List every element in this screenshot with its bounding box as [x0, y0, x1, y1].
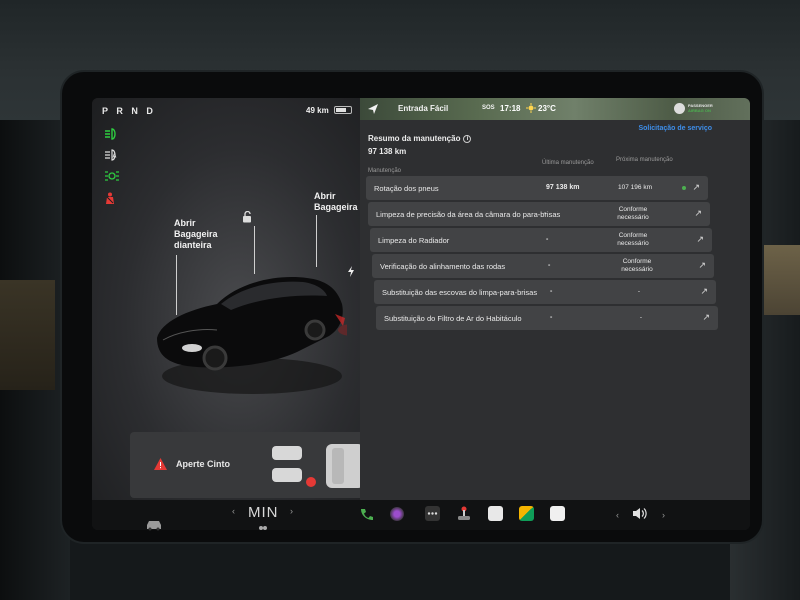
volume-left-chevron-icon[interactable]: ‹ [616, 508, 619, 522]
warning-icon [154, 458, 167, 473]
passenger-airbag-status: Passenger Airbag On [674, 101, 744, 117]
battery-icon [334, 106, 352, 114]
headlight-icon[interactable] [104, 128, 118, 142]
row-next: Conforme necessário [617, 206, 649, 221]
row-last: - [546, 236, 549, 243]
status-ok-icon [682, 186, 686, 190]
service-panel: Solicitação de serviço Resumo da manuten… [360, 120, 750, 500]
parking-light-icon[interactable] [104, 170, 120, 184]
row-next: 107 196 km [618, 184, 652, 191]
table-row[interactable]: Substituição das escovas do limpa-para-b… [374, 280, 716, 304]
row-last: - [548, 262, 551, 269]
column-header-next: Próxima manutenção [616, 157, 673, 163]
seatbelt-warning-icon [104, 192, 116, 207]
service-request-link[interactable]: Solicitação de serviço [638, 125, 712, 132]
calendar-app-icon[interactable] [519, 506, 534, 521]
range-display: 49 km [306, 106, 329, 115]
table-row[interactable]: Rotação dos pneus 97 138 km 107 196 km ↗ [366, 176, 708, 200]
row-last: - [550, 288, 553, 295]
service-summary-text: Resumo da manutenção [368, 134, 461, 143]
row-name: Substituição do Filtro de Ar do Habitácu… [384, 314, 522, 323]
arrow-up-right-icon[interactable]: ↗ [692, 182, 700, 193]
charge-port-icon[interactable] [347, 266, 355, 280]
gear-selector: P R N D [102, 106, 156, 116]
outside-temperature: 23°C [538, 104, 556, 113]
touchscreen: P R N D 49 km A Abrir Bagageira dianteir… [92, 98, 750, 530]
temp-down-chevron-icon[interactable]: ‹ [232, 506, 235, 516]
svg-text:A: A [113, 154, 117, 160]
volume-right-chevron-icon[interactable]: › [662, 508, 665, 522]
service-summary-title: Resumo da manutenção i [368, 134, 472, 143]
phone-icon[interactable] [360, 508, 373, 524]
sos-icon[interactable]: SOS [482, 105, 495, 111]
fan-icon[interactable] [258, 524, 268, 533]
toybox-app-icon[interactable] [550, 506, 565, 521]
more-apps-icon[interactable] [425, 506, 440, 525]
app-dock: ‹ › [92, 500, 750, 530]
info-icon[interactable]: i [463, 135, 472, 143]
joystick-icon[interactable] [457, 506, 471, 524]
row-last: 97 138 km [546, 184, 580, 191]
climate-setting: MIN [248, 504, 279, 521]
row-name: Substituição das escovas do limpa-para-b… [382, 288, 538, 297]
seatbelt-warning-text: Aperte Cinto [176, 459, 230, 469]
car-panel: P R N D 49 km A Abrir Bagageira dianteir… [92, 98, 380, 500]
temp-up-chevron-icon[interactable]: › [290, 506, 293, 516]
seatbelt-card: Aperte Cinto [130, 432, 380, 498]
row-next: - [637, 288, 641, 295]
camera-icon[interactable] [390, 507, 404, 521]
arrow-up-right-icon[interactable]: ↗ [700, 286, 708, 297]
clock: 17:18 [500, 104, 521, 113]
volume-icon[interactable] [632, 507, 648, 523]
column-header-name: Manutenção [368, 168, 402, 174]
table-row[interactable]: Verificação do alinhamento das rodas - C… [372, 254, 714, 278]
notes-app-icon[interactable] [488, 506, 503, 521]
row-last: - [550, 314, 553, 321]
navigation-icon[interactable] [366, 102, 380, 116]
arrow-up-right-icon[interactable]: ↗ [698, 260, 706, 271]
row-name: Rotação dos pneus [374, 184, 439, 193]
row-next: Conforme necessário [617, 232, 649, 247]
table-row[interactable]: Substituição do Filtro de Ar do Habitácu… [376, 306, 718, 330]
seat-map-icon [270, 438, 370, 494]
arrow-up-right-icon[interactable]: ↗ [702, 312, 710, 323]
row-name: Verificação do alinhamento das rodas [380, 262, 506, 271]
map-status-bar[interactable]: Entrada Fácil SOS 17:18 23°C Passenger A… [360, 98, 750, 120]
table-row[interactable]: Limpeza de precisão da área da câmara do… [368, 202, 710, 226]
auto-headlight-icon[interactable]: A [104, 149, 118, 163]
wood-trim-left [0, 280, 55, 390]
car-3d-icon [157, 277, 347, 394]
column-header-last: Última manutenção [542, 160, 594, 166]
row-last: - [544, 210, 547, 217]
frunk-open-label[interactable]: Abrir Bagageira dianteira [174, 218, 218, 251]
car-controls-icon[interactable] [145, 518, 163, 534]
map-location-label: Entrada Fácil [398, 104, 449, 113]
airbag-icon [674, 103, 685, 114]
arrow-up-right-icon[interactable]: ↗ [694, 208, 702, 219]
row-next: Conforme necessário [621, 258, 653, 273]
row-name: Limpeza de precisão da área da câmara do… [376, 210, 561, 219]
unlock-icon[interactable] [242, 210, 253, 226]
table-row[interactable]: Limpeza do Radiador - Conforme necessári… [370, 228, 712, 252]
trunk-open-label[interactable]: Abrir Bagageira [314, 191, 358, 213]
row-next: - [639, 314, 643, 321]
row-name: Limpeza do Radiador [378, 236, 450, 245]
airbag-label-2: Airbag On [688, 108, 711, 113]
arrow-up-right-icon[interactable]: ↗ [696, 234, 704, 245]
odometer-value: 97 138 km [368, 147, 407, 156]
weather-sun-icon [526, 103, 536, 113]
